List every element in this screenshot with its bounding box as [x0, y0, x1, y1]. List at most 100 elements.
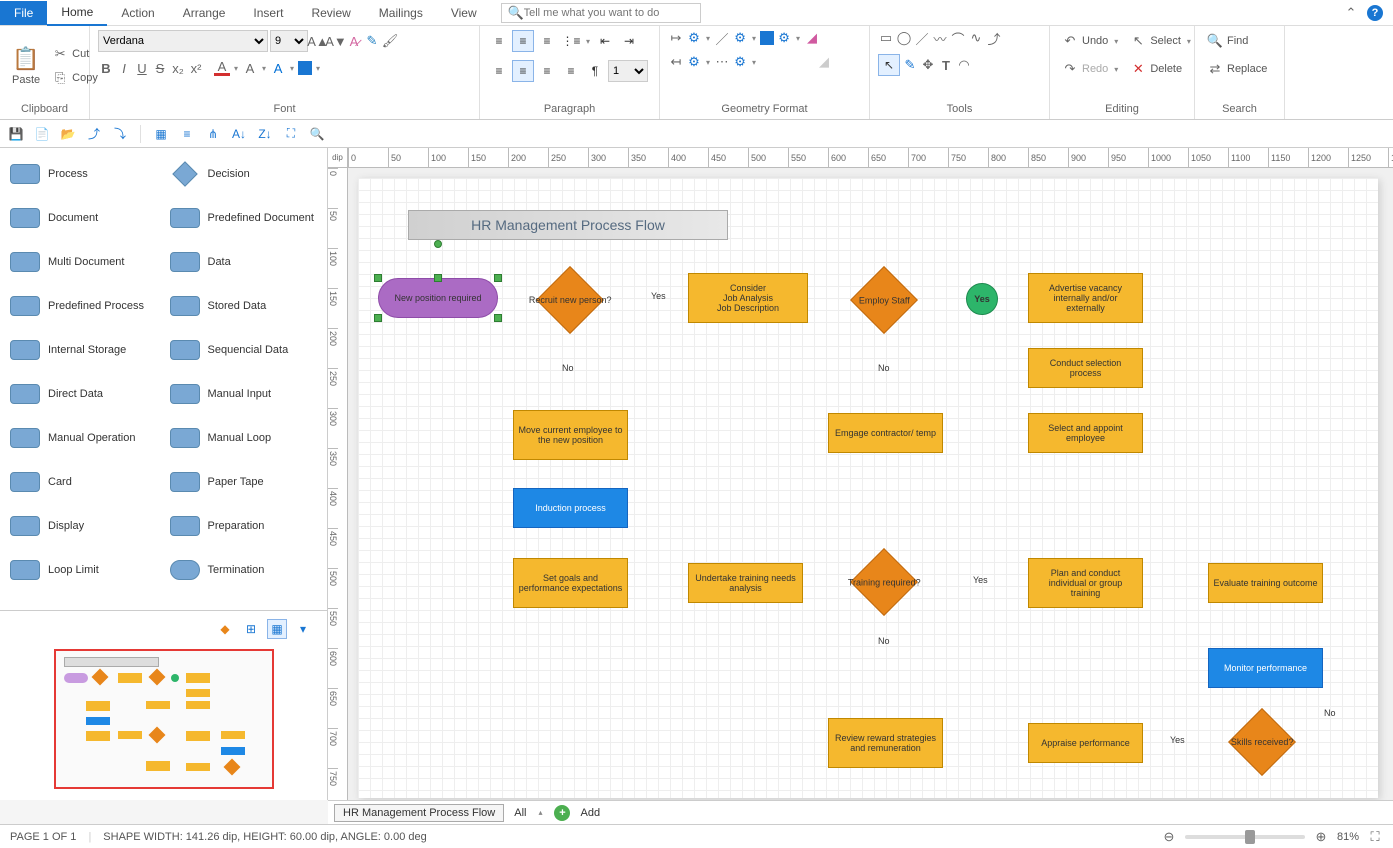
- node-review-reward[interactable]: Review reward strategies and remuneratio…: [828, 718, 943, 768]
- thumb-tool-1-icon[interactable]: ◆: [215, 619, 235, 639]
- align-bottom-icon[interactable]: ≡: [536, 30, 558, 52]
- undo-button[interactable]: ↶Undo▾: [1058, 30, 1124, 52]
- node-evaluate[interactable]: Evaluate training outcome: [1208, 563, 1323, 603]
- collapse-ribbon-icon[interactable]: ⌃: [1343, 5, 1359, 21]
- shape-item[interactable]: Document: [6, 198, 162, 238]
- canvas-page[interactable]: HR Management Process Flow New position …: [358, 178, 1378, 798]
- thumb-tool-2-icon[interactable]: ⊞: [241, 619, 261, 639]
- node-select-appoint[interactable]: Select and appoint employee: [1028, 413, 1143, 453]
- rect-tool-icon[interactable]: ▭: [878, 30, 894, 46]
- bullets-dd[interactable]: ▾: [584, 37, 592, 46]
- eyedropper-icon[interactable]: ✎: [364, 33, 380, 49]
- line-begin-icon[interactable]: ↦: [668, 30, 684, 46]
- align-top-icon[interactable]: ≡: [488, 30, 510, 52]
- sel-handle[interactable]: [494, 274, 502, 282]
- tab-review[interactable]: Review: [297, 1, 364, 25]
- import-icon[interactable]: ⤵: [110, 124, 130, 144]
- superscript-icon[interactable]: x²: [188, 60, 204, 76]
- tell-me-search[interactable]: 🔍: [501, 3, 701, 23]
- all-pages[interactable]: All: [514, 807, 526, 819]
- page-tab-active[interactable]: HR Management Process Flow: [334, 804, 504, 822]
- tab-action[interactable]: Action: [107, 1, 168, 25]
- dash-style-icon[interactable]: ⋯: [714, 54, 730, 70]
- gear-dd-5[interactable]: ▾: [750, 58, 758, 67]
- shape-item[interactable]: Predefined Document: [166, 198, 322, 238]
- tab-file[interactable]: File: [0, 1, 47, 25]
- shape-item[interactable]: Sequencial Data: [166, 330, 322, 370]
- redo-button[interactable]: ↷Redo▾: [1058, 58, 1124, 80]
- edit-tool-icon[interactable]: ✎: [902, 57, 918, 73]
- shape-item[interactable]: Internal Storage: [6, 330, 162, 370]
- node-appraise[interactable]: Appraise performance: [1028, 723, 1143, 763]
- node-new-position[interactable]: New position required: [378, 278, 498, 318]
- select-dd[interactable]: ▾: [1185, 37, 1193, 46]
- sel-handle[interactable]: [374, 274, 382, 282]
- shape-item[interactable]: Termination: [166, 550, 322, 590]
- node-selection[interactable]: Conduct selection process: [1028, 348, 1143, 388]
- align-center-icon[interactable]: ≡: [512, 60, 534, 82]
- pan-tool-icon[interactable]: ✥: [920, 57, 936, 73]
- bold-icon[interactable]: B: [98, 60, 114, 76]
- shape-item[interactable]: Decision: [166, 154, 322, 194]
- connector-tool-icon[interactable]: ⤴: [986, 30, 1002, 46]
- shape-fill-dd[interactable]: ▾: [314, 64, 322, 73]
- select-button[interactable]: ↖Select▾: [1126, 30, 1197, 52]
- shape-item[interactable]: Multi Document: [6, 242, 162, 282]
- shape-item[interactable]: Preparation: [166, 506, 322, 546]
- redo-dd[interactable]: ▾: [1112, 65, 1120, 74]
- tab-arrange[interactable]: Arrange: [169, 1, 240, 25]
- replace-button[interactable]: ⇄Replace: [1203, 58, 1271, 80]
- gear-icon-3[interactable]: ⚙: [776, 30, 792, 46]
- node-advertise[interactable]: Advertise vacancy internally and/or exte…: [1028, 273, 1143, 323]
- text-outline-icon[interactable]: A: [242, 60, 258, 76]
- shape-item[interactable]: Card: [6, 462, 162, 502]
- flow-title[interactable]: HR Management Process Flow: [408, 210, 728, 240]
- zoom-in-icon[interactable]: ⊕: [1313, 829, 1329, 845]
- add-label[interactable]: Add: [580, 807, 600, 819]
- gear-icon[interactable]: ⚙: [686, 30, 702, 46]
- line-end-icon[interactable]: ↤: [668, 54, 684, 70]
- node-monitor[interactable]: Monitor performance: [1208, 648, 1323, 688]
- font-family-select[interactable]: Verdana: [98, 30, 268, 52]
- add-page-button[interactable]: +: [554, 805, 570, 821]
- tab-view[interactable]: View: [437, 1, 491, 25]
- shape-item[interactable]: Paper Tape: [166, 462, 322, 502]
- ellipse-tool-icon[interactable]: ◯: [896, 30, 912, 46]
- shrink-font-icon[interactable]: A▼: [328, 33, 344, 49]
- rotate-handle[interactable]: [434, 240, 442, 248]
- text-fill-dd[interactable]: ▾: [288, 64, 296, 73]
- open-icon[interactable]: 📂: [58, 124, 78, 144]
- node-contractor[interactable]: Emgage contractor/ temp: [828, 413, 943, 453]
- node-yes-circle[interactable]: Yes: [966, 283, 998, 315]
- grow-font-icon[interactable]: A▲: [310, 33, 326, 49]
- node-set-goals[interactable]: Set goals and performance expectations: [513, 558, 628, 608]
- gear-icon-2[interactable]: ⚙: [732, 30, 748, 46]
- clear-formatting-icon[interactable]: A̷: [346, 33, 362, 49]
- gear-dd-2[interactable]: ▾: [750, 34, 758, 43]
- tell-me-input[interactable]: [524, 7, 694, 19]
- zoom-out-icon[interactable]: ⊖: [1161, 829, 1177, 845]
- shape-item[interactable]: Process: [6, 154, 162, 194]
- list-icon[interactable]: ≡: [177, 124, 197, 144]
- node-move-employee[interactable]: Move current employee to the new positio…: [513, 410, 628, 460]
- sel-handle[interactable]: [434, 274, 442, 282]
- shape-item[interactable]: Manual Loop: [166, 418, 322, 458]
- shape-item[interactable]: Direct Data: [6, 374, 162, 414]
- fit-screen-icon[interactable]: ⛶: [1367, 829, 1383, 845]
- shape-item[interactable]: Data: [166, 242, 322, 282]
- eraser-icon[interactable]: ◢: [804, 30, 820, 46]
- indent-icon[interactable]: ⇥: [618, 30, 640, 52]
- canvas-area[interactable]: dip 050100150200250300350400450500550600…: [328, 148, 1393, 800]
- gear-dd-1[interactable]: ▾: [704, 34, 712, 43]
- line-style-icon[interactable]: ／: [714, 30, 730, 46]
- curve-tool-icon[interactable]: ∿: [968, 30, 984, 46]
- gear-icon-4[interactable]: ⚙: [686, 54, 702, 70]
- undo-dd[interactable]: ▾: [1112, 37, 1120, 46]
- all-dd[interactable]: ▴: [536, 808, 544, 817]
- arc-tool-icon[interactable]: ⌒: [950, 30, 966, 46]
- polyline-tool-icon[interactable]: 〰: [932, 30, 948, 46]
- node-training-needs[interactable]: Undertake training needs analysis: [688, 563, 803, 603]
- format-painter-icon[interactable]: 🖌: [382, 33, 398, 49]
- node-skills-received[interactable]: Skills received?: [1228, 708, 1296, 776]
- tab-home[interactable]: Home: [47, 0, 107, 26]
